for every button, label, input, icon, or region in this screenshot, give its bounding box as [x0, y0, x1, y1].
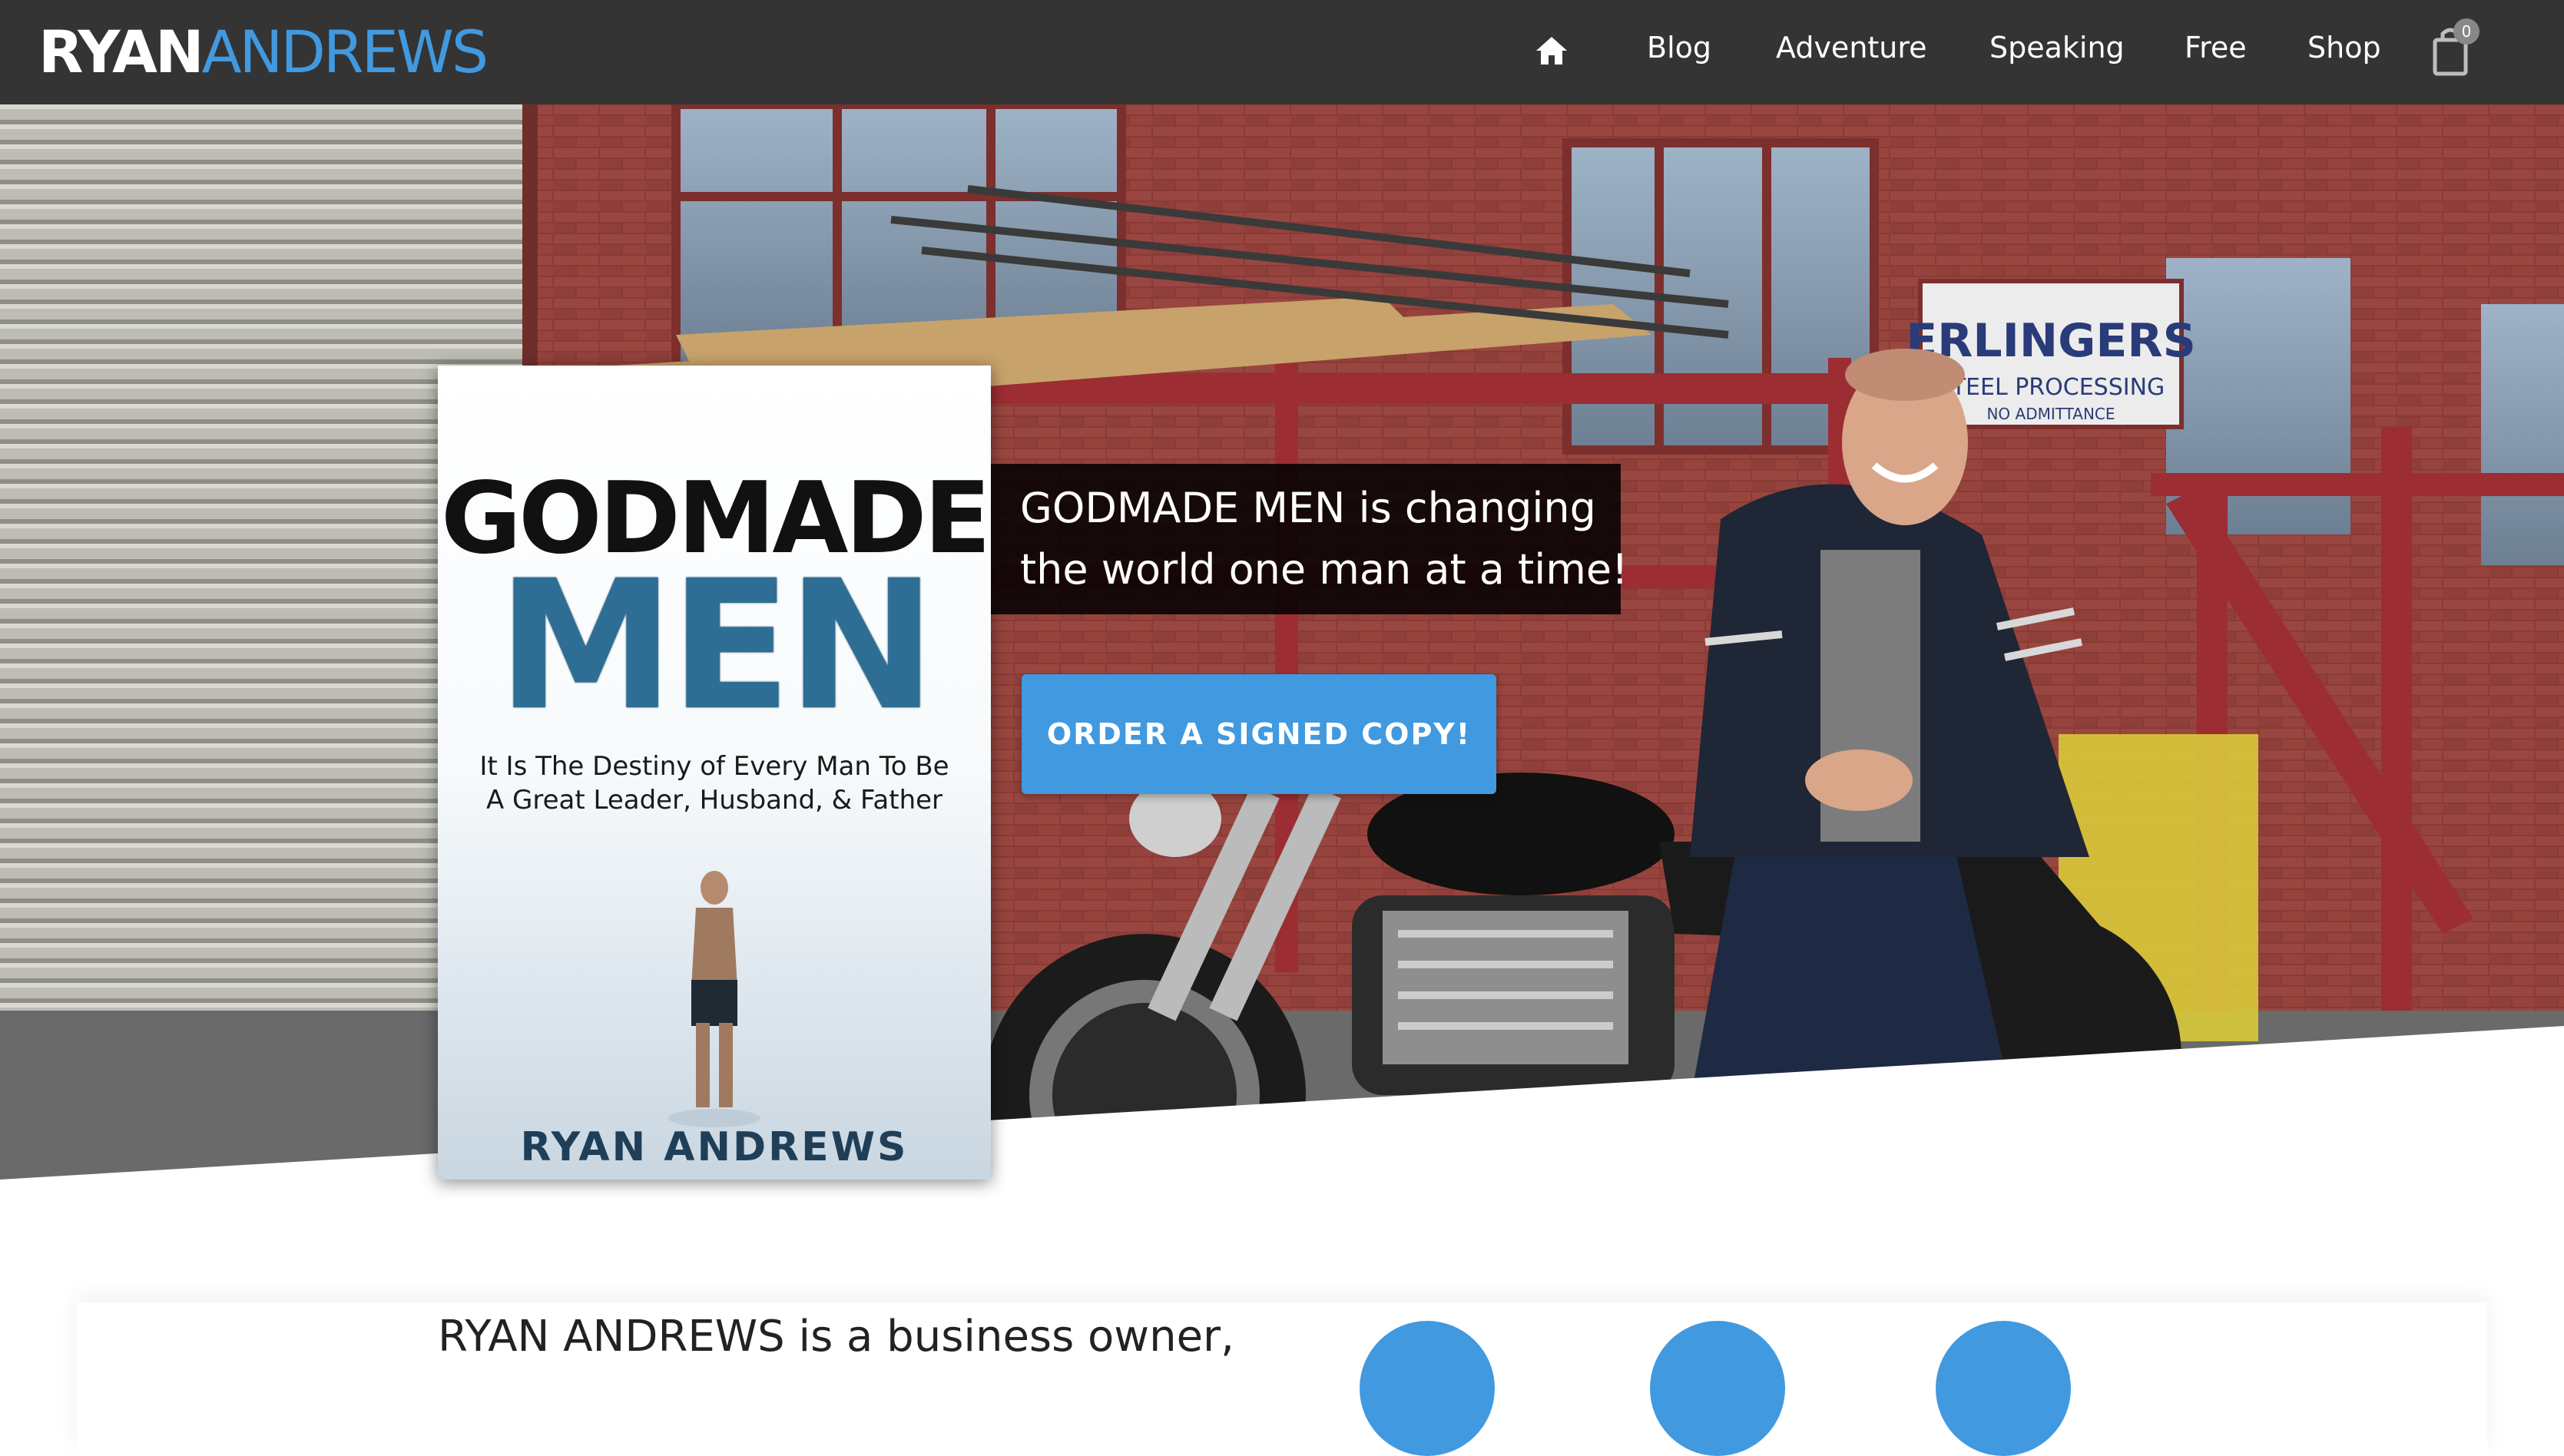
nav-item-blog[interactable]: Blog: [1647, 26, 1711, 69]
nav-item-speaking[interactable]: Speaking: [1989, 26, 2125, 69]
feature-icon-1[interactable]: [1360, 1321, 1495, 1456]
intro-section: RYAN ANDREWS is a business owner,: [0, 1180, 2564, 1362]
nav-item-free[interactable]: Free: [2185, 26, 2247, 69]
tagline-line1: GODMADE MEN is changing: [1020, 484, 1596, 532]
book-title-line2: MEN: [497, 542, 936, 750]
hero-tagline: GODMADE MEN is changing the world one ma…: [991, 464, 1628, 614]
site-header: RYANANDREWS Blog Adventure Speaking Free…: [0, 0, 2564, 104]
book-author: RYAN ANDREWS: [520, 1124, 909, 1170]
hero-banner: ERLINGERS STEEL PROCESSING NO ADMITTANCE: [0, 104, 2564, 1180]
sign-warning: NO ADMITTANCE: [1986, 405, 2115, 423]
hero-background-photo: ERLINGERS STEEL PROCESSING NO ADMITTANCE: [0, 104, 2564, 1180]
standing-man-figure: [668, 871, 760, 1127]
bio-text: RYAN ANDREWS is a business owner,: [438, 1312, 1234, 1362]
book-subtitle-line1: It Is The Destiny of Every Man To Be: [479, 751, 949, 782]
tagline-line2: the world one man at a time!: [1020, 545, 1628, 594]
logo-last-name: ANDREWS: [201, 18, 489, 86]
nav-item-adventure[interactable]: Adventure: [1776, 26, 1927, 69]
book-subtitle: It Is The Destiny of Every Man To Be A G…: [469, 750, 960, 817]
order-signed-copy-button[interactable]: ORDER A SIGNED COPY!: [1022, 674, 1496, 794]
home-icon[interactable]: [1530, 29, 1573, 72]
logo-first-name: RYAN: [38, 18, 204, 86]
feature-icon-3[interactable]: [1936, 1321, 2071, 1456]
cart-count-badge: 0: [2453, 18, 2480, 45]
nav-item-shop[interactable]: Shop: [2307, 26, 2381, 69]
cart-button[interactable]: 0: [2423, 17, 2484, 78]
book-cover[interactable]: GODMADE MEN It Is The Destiny of Every M…: [438, 366, 991, 1180]
site-logo[interactable]: RYANANDREWS: [38, 15, 489, 89]
feature-icon-2[interactable]: [1650, 1321, 1785, 1456]
book-subtitle-line2: A Great Leader, Husband, & Father: [485, 785, 943, 816]
sign-subtext: STEEL PROCESSING: [1937, 374, 2165, 401]
